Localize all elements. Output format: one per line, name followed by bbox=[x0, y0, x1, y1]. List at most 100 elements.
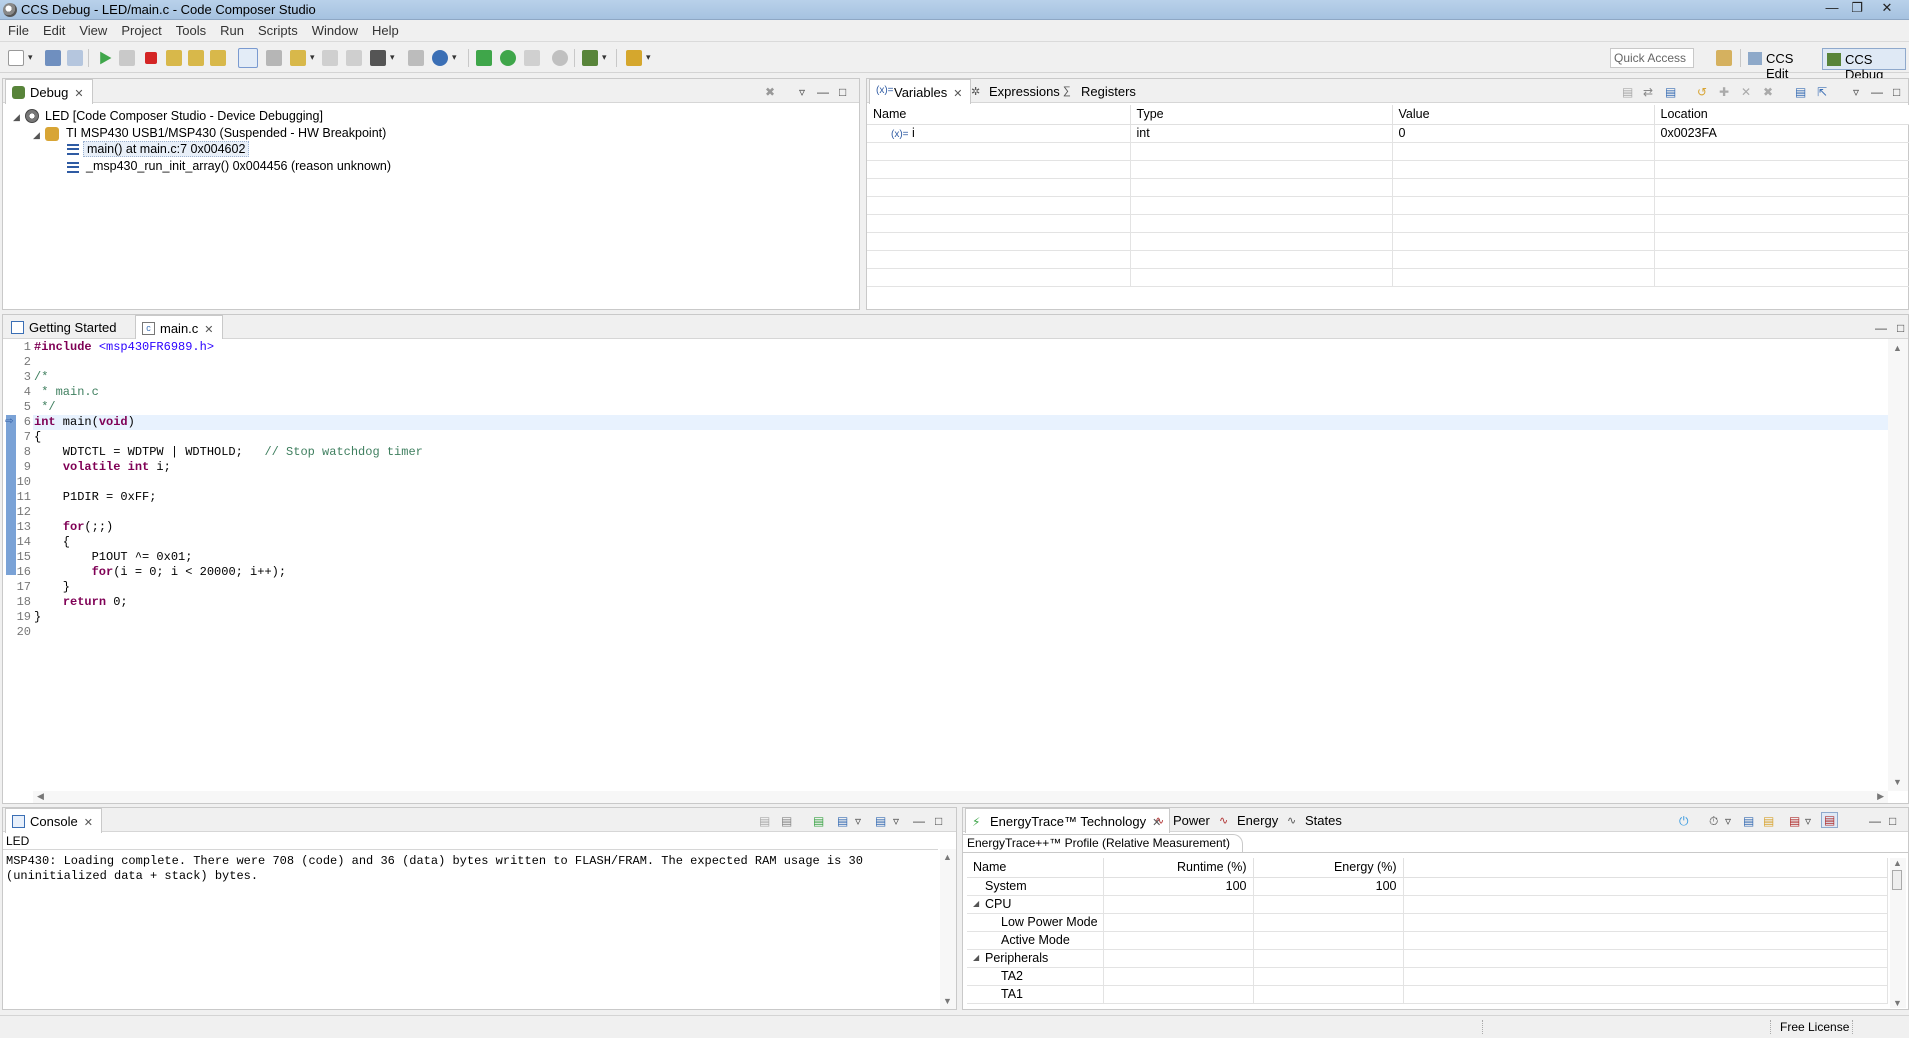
tab-registers[interactable]: ∑ Registers bbox=[1057, 79, 1144, 103]
maximize-icon[interactable]: ❐ bbox=[1845, 0, 1869, 18]
col-name[interactable]: Name bbox=[867, 105, 1131, 125]
menu-run[interactable]: Run bbox=[212, 20, 250, 40]
code-line[interactable]: for(;;) bbox=[34, 520, 113, 535]
console-scrollbar[interactable]: ▲ ▼ bbox=[940, 849, 956, 1009]
col-type[interactable]: Type bbox=[1130, 105, 1393, 125]
pin-console-icon[interactable]: ▤ bbox=[813, 814, 824, 828]
scroll-down-icon[interactable]: ▼ bbox=[1893, 777, 1902, 787]
tab-main-c[interactable]: c main.c ✕ bbox=[135, 315, 223, 340]
maximize-view-icon[interactable]: □ bbox=[1893, 85, 1900, 99]
step-return-icon[interactable] bbox=[210, 50, 226, 66]
minimize-view-icon[interactable]: — bbox=[1869, 814, 1881, 828]
tab-energytrace-profile[interactable]: EnergyTrace++™ Profile (Relative Measure… bbox=[963, 834, 1243, 852]
minimize-view-icon[interactable]: — bbox=[817, 85, 829, 99]
table-row[interactable]: System 100 100 bbox=[967, 877, 1888, 896]
code-line[interactable]: { bbox=[34, 535, 70, 550]
power-on-icon[interactable]: ⏻ bbox=[1679, 814, 1689, 829]
code-line[interactable]: P1OUT ^= 0x01; bbox=[34, 550, 193, 565]
remove-icon[interactable]: ✕ bbox=[1741, 85, 1751, 99]
code-line[interactable]: WDTCTL = WDTPW | WDTHOLD; // Stop watchd… bbox=[34, 445, 423, 460]
quick-access-input[interactable]: Quick Access bbox=[1610, 48, 1694, 68]
new-dropdown-icon[interactable]: ▾ bbox=[28, 52, 33, 63]
horizontal-scrollbar[interactable]: ◀ ▶ bbox=[33, 791, 1888, 803]
add-watch-icon[interactable]: ✚ bbox=[1719, 85, 1729, 99]
menu-view[interactable]: View bbox=[71, 20, 113, 40]
external-tools-icon[interactable] bbox=[626, 50, 642, 66]
console-output[interactable]: MSP430: Loading complete. There were 708… bbox=[3, 849, 938, 1009]
display-console-icon[interactable]: ▤ bbox=[837, 814, 848, 828]
search-icon[interactable] bbox=[552, 50, 568, 66]
open-dropdown-icon[interactable]: ▿ bbox=[893, 814, 899, 828]
table-row[interactable]: TA1 bbox=[967, 985, 1888, 1004]
tab-power[interactable]: ∿ Power bbox=[1149, 808, 1218, 832]
debug-config-icon[interactable] bbox=[432, 50, 448, 66]
code-line[interactable]: return 0; bbox=[34, 595, 128, 610]
tab-energy[interactable]: ∿ Energy bbox=[1213, 808, 1286, 832]
resume-icon[interactable] bbox=[100, 51, 112, 65]
new-view-icon[interactable]: ▤ bbox=[1795, 85, 1806, 99]
code-line[interactable]: * main.c bbox=[34, 385, 99, 400]
suspend-icon[interactable] bbox=[119, 50, 135, 66]
code-line[interactable]: volatile int i; bbox=[34, 460, 171, 475]
scroll-lock-icon[interactable]: ▤ bbox=[781, 814, 792, 828]
view-memory-icon[interactable] bbox=[524, 50, 540, 66]
step-over-icon[interactable] bbox=[188, 50, 204, 66]
tab-energytrace[interactable]: ⚡ EnergyTrace™ Technology ✕ bbox=[965, 808, 1171, 833]
code-line[interactable]: int main(void) bbox=[34, 415, 135, 430]
view-menu-icon[interactable]: ▿ bbox=[799, 85, 805, 99]
code-line[interactable]: */ bbox=[34, 400, 55, 415]
table-row[interactable]: (x)= i int 0 0x0023FA bbox=[867, 124, 1909, 143]
maximize-view-icon[interactable]: □ bbox=[839, 85, 846, 99]
step-into-icon[interactable] bbox=[166, 50, 182, 66]
energytrace-scrollbar[interactable]: ▲ ▼ bbox=[1890, 858, 1906, 1008]
vertical-scrollbar[interactable]: ▲ ▼ bbox=[1888, 339, 1908, 791]
perspective-ccs-edit[interactable]: CCS Edit bbox=[1744, 48, 1816, 81]
perspective-ccs-debug[interactable]: CCS Debug bbox=[1822, 48, 1906, 82]
col-runtime[interactable]: Runtime (%) bbox=[1103, 858, 1254, 878]
code-line[interactable]: for(i = 0; i < 20000; i++); bbox=[34, 565, 286, 580]
table-row[interactable]: Active Mode bbox=[967, 931, 1888, 950]
menu-file[interactable]: File bbox=[0, 20, 35, 40]
tree-frame-init[interactable]: _msp430_run_init_array() 0x004456 (reaso… bbox=[86, 159, 391, 173]
scroll-down-icon[interactable]: ▼ bbox=[1893, 998, 1902, 1008]
run-to-line-icon[interactable] bbox=[476, 50, 492, 66]
save-profile-icon[interactable]: ▤ bbox=[1743, 814, 1754, 828]
pin-icon[interactable]: ⇱ bbox=[1817, 85, 1827, 99]
debug-dropdown-icon[interactable]: ▾ bbox=[452, 52, 457, 63]
close-tab-icon[interactable]: ✕ bbox=[953, 88, 962, 100]
close-window-icon[interactable]: ✕ bbox=[1875, 0, 1899, 18]
select-all-icon[interactable]: ▤ bbox=[1665, 85, 1676, 99]
timer-dropdown-icon[interactable]: ▿ bbox=[1725, 814, 1731, 828]
tab-variables[interactable]: (x)= Variables ✕ bbox=[869, 79, 972, 104]
breakpoint-icon[interactable] bbox=[346, 50, 362, 66]
close-tab-icon[interactable]: ✕ bbox=[204, 324, 213, 336]
menu-project[interactable]: Project bbox=[113, 20, 167, 40]
open-console-icon[interactable]: ▤ bbox=[875, 814, 886, 828]
remove-terminated-icon[interactable]: ✖ bbox=[765, 85, 775, 99]
code-line[interactable]: } bbox=[34, 610, 41, 625]
build-icon[interactable] bbox=[408, 50, 424, 66]
terminate-icon[interactable] bbox=[145, 52, 157, 64]
external-tools-dropdown-icon[interactable]: ▾ bbox=[646, 52, 651, 63]
timer-icon[interactable]: ⏱ bbox=[1709, 814, 1718, 829]
display-dropdown-icon[interactable]: ▿ bbox=[855, 814, 861, 828]
close-tab-icon[interactable]: ✕ bbox=[74, 88, 83, 100]
new-icon[interactable] bbox=[8, 50, 24, 66]
menu-window[interactable]: Window bbox=[304, 20, 364, 40]
tab-getting-started[interactable]: Getting Started bbox=[5, 315, 124, 339]
scroll-down-icon[interactable]: ▼ bbox=[943, 996, 952, 1006]
collapse-icon[interactable]: ◢ bbox=[13, 112, 20, 123]
view-menu-icon[interactable]: ▿ bbox=[1853, 85, 1859, 99]
refresh-icon[interactable] bbox=[500, 50, 516, 66]
debug-bug-icon[interactable] bbox=[582, 50, 598, 66]
instruction-stepping-icon[interactable] bbox=[238, 48, 258, 68]
tree-launch[interactable]: LED [Code Composer Studio - Device Debug… bbox=[45, 109, 323, 123]
close-tab-icon[interactable]: ✕ bbox=[84, 817, 93, 829]
code-area[interactable]: ⇨ 1 #include <msp430FR6989.h> 2 3/* 4 * main… bbox=[3, 339, 1888, 791]
minimize-view-icon[interactable]: — bbox=[1875, 321, 1887, 335]
table-row[interactable]: TA2 bbox=[967, 967, 1888, 986]
energytrace-mode-icon[interactable]: ▤ bbox=[1821, 812, 1839, 828]
collapse-icon[interactable]: ◢ bbox=[33, 130, 40, 141]
show-type-names-icon[interactable]: ⇄ bbox=[1643, 85, 1653, 99]
maximize-view-icon[interactable]: □ bbox=[935, 814, 942, 828]
